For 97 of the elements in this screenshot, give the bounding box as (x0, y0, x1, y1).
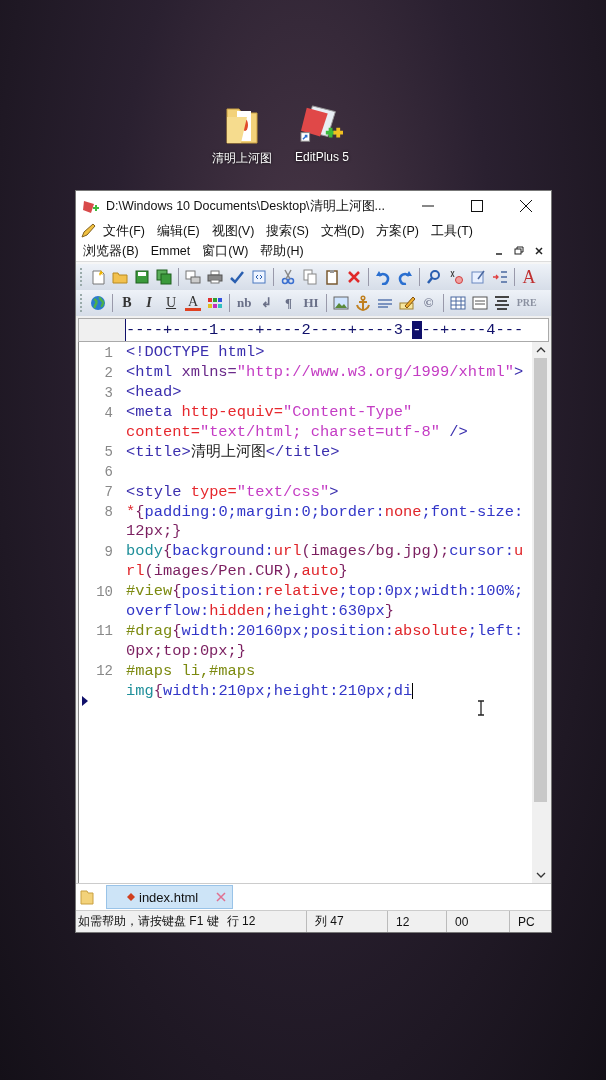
panel-icon[interactable] (471, 295, 488, 311)
line-number: 9 (104, 543, 114, 560)
line-number: 11 (96, 623, 114, 640)
status-text: PC (518, 914, 535, 929)
code-line: content="text/html; charset=utf-8" /> (126, 423, 468, 442)
line-number: 1 (104, 344, 114, 361)
toolbar-button[interactable]: U (163, 295, 179, 311)
status-text: 列 47 (315, 913, 344, 930)
line-number: 5 (104, 444, 114, 461)
copy-icon[interactable] (302, 269, 318, 285)
desktop-icon-label[interactable]: 清明上河图 (212, 150, 272, 167)
undo-icon[interactable] (375, 269, 391, 285)
numbered-list-icon[interactable] (492, 269, 508, 285)
menu-item[interactable]: 浏览器(B) (80, 242, 144, 260)
toolbar-button[interactable]: A (521, 269, 537, 285)
delete-icon[interactable] (346, 269, 362, 285)
code-line: <head> (126, 383, 182, 403)
text-cursor-icon (477, 700, 485, 716)
menu-item[interactable]: 文档(D) (318, 222, 370, 240)
check-icon[interactable] (229, 269, 245, 285)
scrollbar-thumb[interactable] (534, 358, 547, 802)
file-tab[interactable]: index.html (106, 885, 234, 909)
desktop-icon-label[interactable]: EditPlus 5 (295, 150, 349, 164)
maximize-icon[interactable] (471, 200, 483, 212)
line-number: 4 (104, 404, 114, 421)
toolbar-button[interactable]: © (420, 295, 437, 311)
code-line: img{width:210px;height:210px;di (126, 681, 414, 701)
menu-item[interactable]: 工具(T) (428, 222, 478, 240)
toolbar-button[interactable]: ↲ (258, 295, 275, 311)
menu-item[interactable]: 文件(F) (100, 222, 150, 240)
status-text: 12 (396, 914, 410, 929)
code-line: <!DOCTYPE html> (126, 343, 265, 363)
menu-item[interactable]: 搜索(S) (263, 222, 314, 240)
ruler-margin (79, 319, 126, 341)
code-line: <html xmlns="http://www.w3.org/1999/xhtml"> (126, 363, 524, 383)
pencil-icon[interactable] (398, 295, 415, 311)
status-text: 00 (455, 914, 469, 929)
code-page-icon[interactable] (251, 269, 267, 285)
menu-item[interactable]: 帮助(H) (257, 242, 309, 260)
code-line: 12px;} (126, 522, 182, 542)
edit-window-icon[interactable] (470, 269, 486, 285)
line-number: 2 (104, 364, 114, 381)
scroll-down-icon[interactable] (535, 871, 546, 879)
toolbar-button[interactable]: A (185, 295, 201, 311)
status-help-text: 如需帮助，请按键盘 F1 键 (78, 913, 219, 930)
new-document-icon[interactable] (90, 269, 106, 285)
toolbar-button[interactable]: B (119, 295, 135, 311)
menu-item[interactable]: 视图(V) (208, 222, 260, 240)
floppies-icon[interactable] (156, 269, 172, 285)
menu-item[interactable]: Emmet (147, 244, 196, 258)
code-line: #drag{width:20160px;position:absolute;left: (126, 621, 524, 641)
notepad-icon (82, 198, 100, 214)
code-line: overflow:hidden;height:630px} (126, 602, 394, 621)
anchor-icon[interactable] (354, 295, 371, 311)
ruler-scale: ----+----1----+----2----+----3----+----4--- (126, 320, 524, 341)
floppy-icon[interactable] (134, 269, 150, 285)
menu-item[interactable]: 窗口(W) (199, 242, 254, 260)
diamond-icon (127, 893, 135, 901)
line-number: 12 (96, 663, 114, 680)
printer-icon[interactable] (207, 269, 223, 285)
code-line: <style type="text/css"> (126, 482, 339, 502)
scroll-up-icon[interactable] (535, 346, 546, 354)
line-number: 6 (104, 464, 114, 481)
redo-icon[interactable] (397, 269, 413, 285)
replace-icon[interactable] (448, 269, 464, 285)
clipboard-icon[interactable] (324, 269, 340, 285)
toolbar-button[interactable]: HI (302, 295, 320, 311)
code-line: #view{position:relative;top:0px;width:100%; (126, 582, 524, 602)
menu-item[interactable]: 编辑(E) (153, 222, 205, 240)
window-title: D:\Windows 10 Documents\Desktop\清明上河图... (106, 197, 386, 215)
globe-icon[interactable] (90, 295, 106, 311)
code-line: rl(images/Pen.CUR),auto} (126, 562, 348, 582)
code-line: <meta http-equiv="Content-Type" (126, 403, 413, 423)
line-number: 3 (104, 384, 114, 401)
status-text: 行 12 (226, 913, 256, 930)
image-icon[interactable] (332, 295, 349, 311)
search-icon[interactable] (426, 269, 442, 285)
color-grid-icon[interactable] (207, 295, 223, 311)
code-line: #maps li,#maps (126, 661, 256, 681)
pencil-icon (80, 223, 96, 239)
code-line: 0px;top:0px;} (126, 641, 247, 661)
code-line: body{background:url(images/bg.jpg);cursor:u (126, 542, 524, 562)
vertical-scrollbar[interactable] (532, 342, 549, 883)
line-number: 10 (96, 583, 114, 600)
line-number: 7 (104, 484, 114, 501)
toolbar-button[interactable]: ¶ (280, 295, 297, 311)
toolbar-button[interactable]: nb (236, 295, 253, 311)
line-number: 8 (104, 504, 114, 521)
code-line: <title>清明上河图</title> (126, 442, 340, 462)
toolbar-button[interactable]: I (141, 295, 157, 311)
table-icon[interactable] (449, 295, 466, 311)
menu-item[interactable]: 方案(P) (373, 222, 424, 240)
scissors-icon[interactable] (280, 269, 296, 285)
close-icon[interactable] (520, 200, 532, 212)
align-lines-icon[interactable] (493, 295, 510, 311)
page-preview-icon[interactable] (185, 269, 201, 285)
code-line: *{padding:0;margin:0;border:none;font-size: (126, 502, 524, 522)
